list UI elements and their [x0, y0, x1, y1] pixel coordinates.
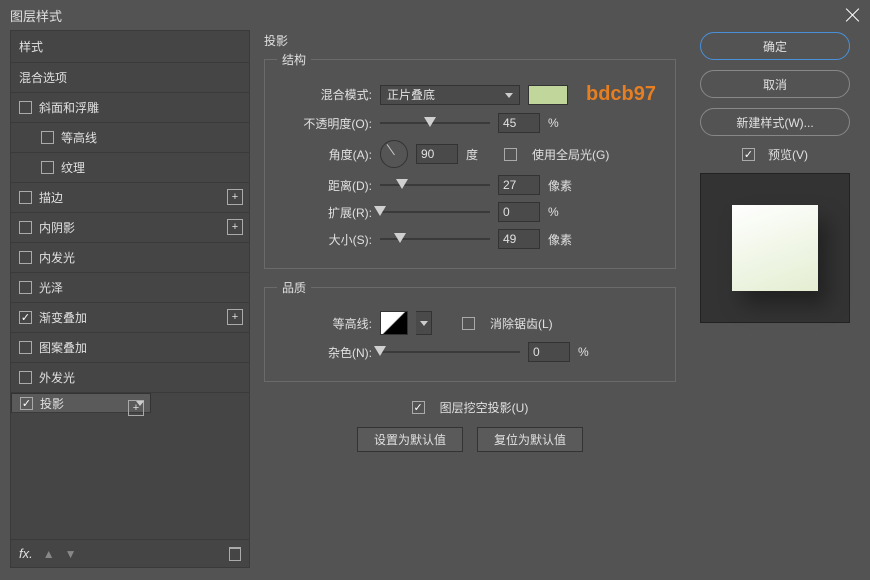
size-input[interactable]: [498, 229, 540, 249]
add-effect-icon[interactable]: +: [227, 189, 243, 205]
styles-header: 样式: [11, 31, 249, 63]
style-item-4[interactable]: 内阴影 +: [11, 213, 249, 243]
style-item-10[interactable]: 投影 +: [11, 393, 151, 413]
shadow-color-swatch[interactable]: [528, 85, 568, 105]
global-light-checkbox[interactable]: [504, 148, 517, 161]
blend-mode-select[interactable]: 正片叠底: [380, 85, 520, 105]
structure-group: 结构 混合模式: 正片叠底 bdcb97 不透明度(O): % 角度(A): 度…: [264, 51, 676, 269]
new-style-button[interactable]: 新建样式(W)...: [700, 108, 850, 136]
distance-slider[interactable]: [380, 176, 490, 194]
style-label: 渐变叠加: [39, 309, 87, 326]
contour-dropdown[interactable]: [416, 311, 432, 335]
dialog-title: 图层样式: [10, 6, 62, 25]
style-item-3[interactable]: 描边 +: [11, 183, 249, 213]
opacity-input[interactable]: [498, 113, 540, 133]
style-item-0[interactable]: 斜面和浮雕: [11, 93, 249, 123]
style-label: 内发光: [39, 249, 75, 266]
opacity-slider[interactable]: [380, 114, 490, 132]
antialias-checkbox[interactable]: [462, 317, 475, 330]
style-label: 斜面和浮雕: [39, 99, 99, 116]
style-label: 光泽: [39, 279, 63, 296]
blending-options[interactable]: 混合选项: [11, 63, 249, 93]
style-label: 描边: [39, 189, 63, 206]
style-item-6[interactable]: 光泽: [11, 273, 249, 303]
style-item-9[interactable]: 外发光: [11, 363, 249, 393]
watermark: bdcb97: [586, 83, 656, 106]
ok-button[interactable]: 确定: [700, 32, 850, 60]
contour-picker[interactable]: [380, 311, 408, 335]
set-default-button[interactable]: 设置为默认值: [357, 427, 463, 452]
style-checkbox[interactable]: [41, 131, 54, 144]
reset-default-button[interactable]: 复位为默认值: [477, 427, 583, 452]
style-item-5[interactable]: 内发光: [11, 243, 249, 273]
cancel-button[interactable]: 取消: [700, 70, 850, 98]
style-checkbox[interactable]: [19, 191, 32, 204]
style-item-8[interactable]: 图案叠加: [11, 333, 249, 363]
style-checkbox[interactable]: [19, 281, 32, 294]
style-checkbox[interactable]: [19, 221, 32, 234]
preview-thumbnail: [700, 173, 850, 323]
distance-input[interactable]: [498, 175, 540, 195]
add-effect-icon[interactable]: +: [227, 309, 243, 325]
fx-icon[interactable]: fx.: [19, 546, 33, 561]
style-label: 外发光: [39, 369, 75, 386]
style-item-7[interactable]: 渐变叠加 +: [11, 303, 249, 333]
style-label: 内阴影: [39, 219, 75, 236]
style-label: 纹理: [61, 159, 85, 176]
knockout-checkbox[interactable]: [412, 401, 425, 414]
arrow-down-icon[interactable]: ▼: [65, 547, 77, 561]
noise-slider[interactable]: [380, 343, 520, 361]
preview-checkbox[interactable]: [742, 148, 755, 161]
style-label: 投影: [40, 395, 64, 412]
size-slider[interactable]: [380, 230, 490, 248]
noise-input[interactable]: [528, 342, 570, 362]
style-checkbox[interactable]: [19, 101, 32, 114]
arrow-up-icon[interactable]: ▲: [43, 547, 55, 561]
style-checkbox[interactable]: [19, 371, 32, 384]
angle-input[interactable]: [416, 144, 458, 164]
styles-panel: 样式 混合选项 斜面和浮雕等高线纹理描边 + 内阴影 + 内发光光泽渐变叠加 + 图案叠加外…: [10, 30, 250, 568]
spread-input[interactable]: [498, 202, 540, 222]
style-checkbox[interactable]: [41, 161, 54, 174]
trash-icon[interactable]: [229, 547, 241, 561]
style-item-1[interactable]: 等高线: [11, 123, 249, 153]
angle-dial[interactable]: [380, 140, 408, 168]
style-label: 图案叠加: [39, 339, 87, 356]
add-effect-icon[interactable]: +: [227, 219, 243, 235]
style-checkbox[interactable]: [19, 251, 32, 264]
style-checkbox[interactable]: [19, 311, 32, 324]
spread-slider[interactable]: [380, 203, 490, 221]
add-effect-icon[interactable]: +: [128, 400, 144, 416]
quality-group: 品质 等高线: 消除锯齿(L) 杂色(N): %: [264, 279, 676, 382]
style-checkbox[interactable]: [19, 341, 32, 354]
style-label: 等高线: [61, 129, 97, 146]
effect-heading: 投影: [260, 30, 680, 51]
style-item-2[interactable]: 纹理: [11, 153, 249, 183]
style-checkbox[interactable]: [20, 397, 33, 410]
close-icon[interactable]: [846, 8, 860, 22]
